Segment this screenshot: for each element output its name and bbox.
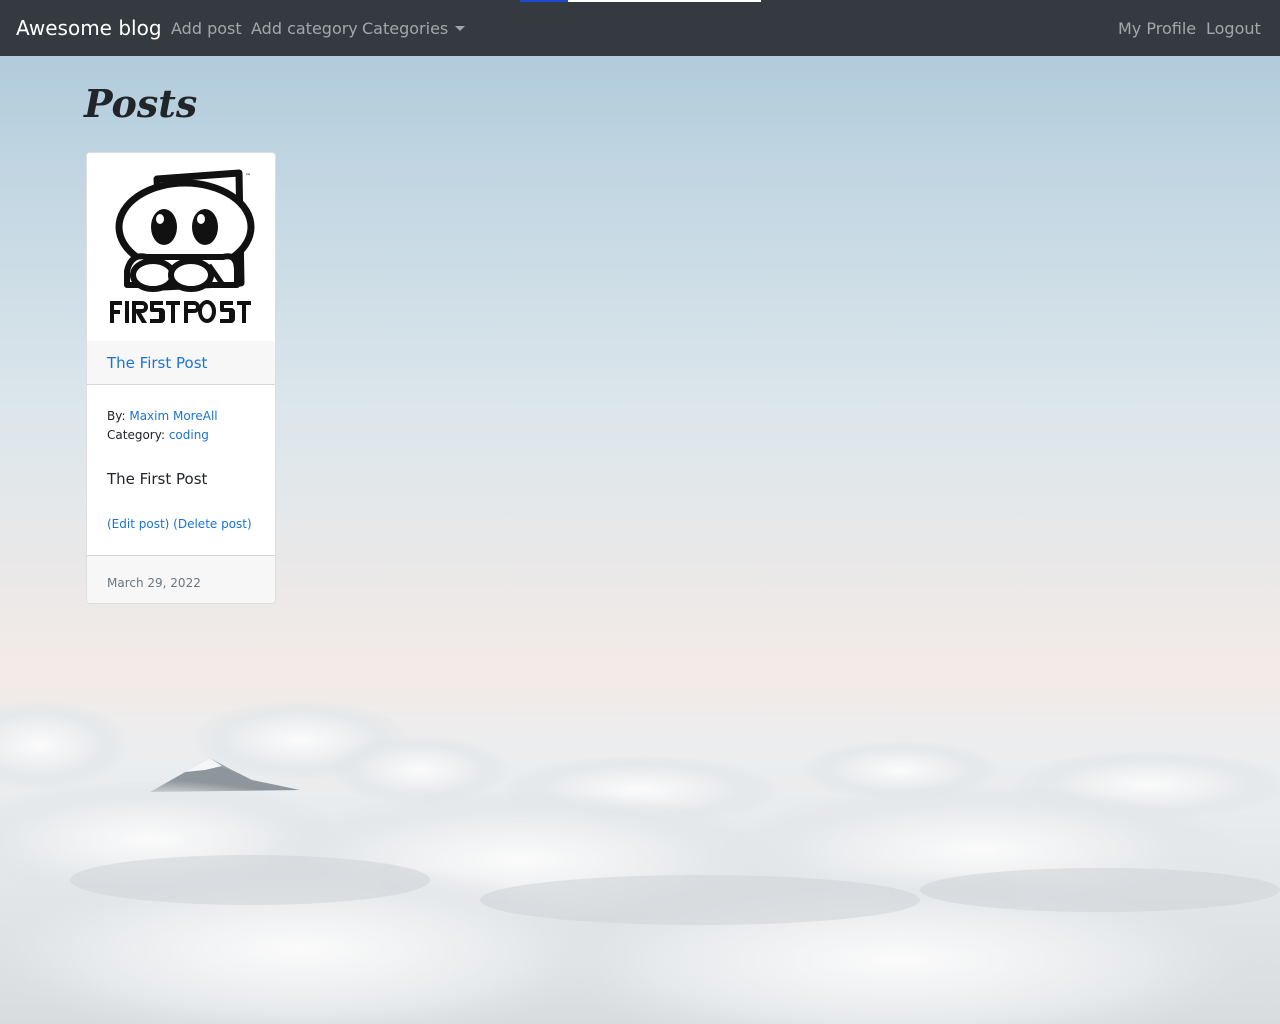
post-title-link[interactable]: The First Post — [107, 354, 207, 372]
nav-categories-dropdown[interactable]: Categories — [362, 19, 466, 39]
top-navbar: Awesome blog Add post Add category Categ… — [0, 0, 1280, 56]
post-author-link[interactable]: Maxim MoreAll — [129, 409, 217, 423]
page-loading-progress-bar — [520, 0, 761, 2]
chevron-down-icon — [455, 26, 466, 31]
nav-categories-label: Categories — [362, 19, 449, 38]
nav-add-post-link[interactable]: Add post — [171, 19, 242, 39]
brand-link[interactable]: Awesome blog — [16, 16, 162, 40]
post-card: ™ The First Post By: Maxim MoreAll Categ… — [86, 152, 276, 604]
post-author-line: By: Maxim MoreAll — [107, 409, 218, 424]
nav-logout-link[interactable]: Logout — [1206, 19, 1261, 39]
post-actions: (Edit post) (Delete post) — [107, 517, 252, 532]
delete-post-link[interactable]: (Delete post) — [173, 517, 252, 531]
post-body-text: The First Post — [107, 470, 208, 488]
edit-post-link[interactable]: (Edit post) — [107, 517, 169, 531]
page-loading-progress-fill — [520, 0, 569, 2]
svg-text:™: ™ — [245, 173, 251, 180]
post-category-label: Category: — [107, 428, 165, 442]
post-category-link[interactable]: coding — [169, 428, 209, 442]
nav-add-category-link[interactable]: Add category — [251, 19, 358, 39]
first-post-logo: ™ — [110, 169, 255, 323]
post-image: ™ — [87, 153, 275, 341]
post-category-line: Category: coding — [107, 428, 209, 443]
post-card-footer: March 29, 2022 — [87, 555, 275, 603]
post-author-label: By: — [107, 409, 126, 423]
page-title: Posts — [84, 81, 198, 126]
post-card-header: The First Post — [87, 341, 275, 385]
nav-my-profile-link[interactable]: My Profile — [1118, 19, 1196, 39]
post-date: March 29, 2022 — [107, 576, 201, 590]
